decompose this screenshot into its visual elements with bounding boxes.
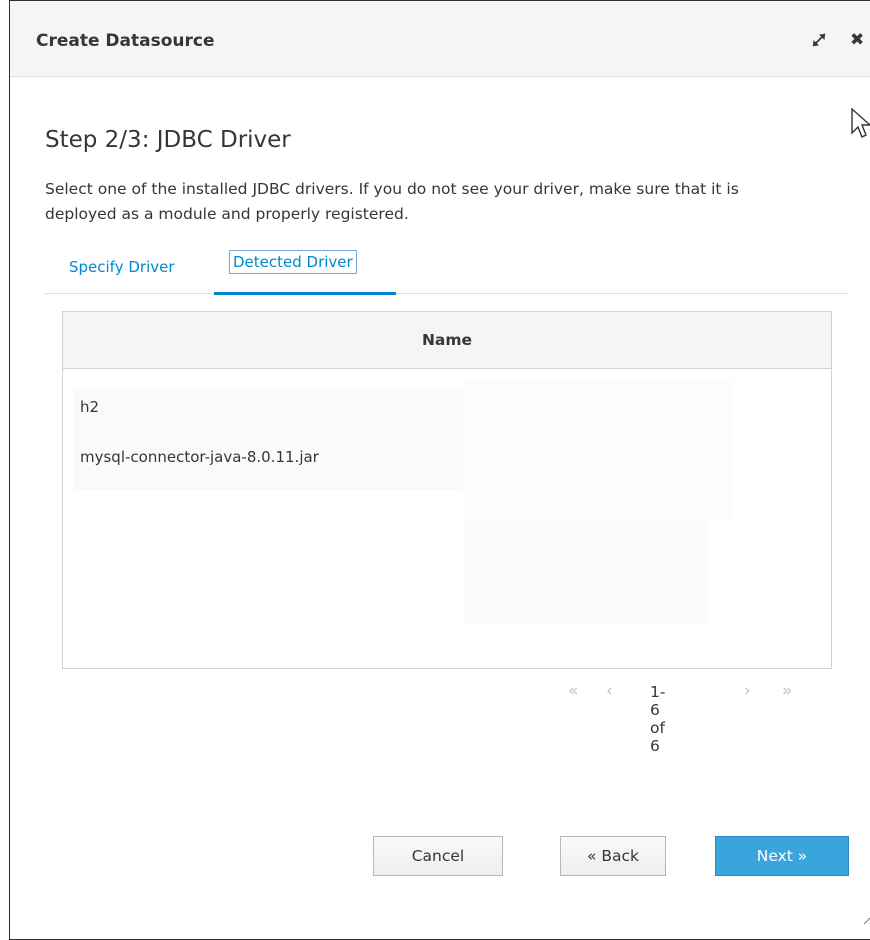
last-page-icon[interactable]: »	[782, 681, 792, 701]
list-item[interactable]: h2	[80, 398, 99, 416]
tab-detected-driver[interactable]: Detected Driver	[229, 250, 357, 274]
resize-grip-icon[interactable]	[860, 906, 870, 926]
next-button[interactable]: Next »	[715, 836, 849, 876]
tab-specify-driver[interactable]: Specify Driver	[69, 258, 175, 276]
back-button[interactable]: « Back	[560, 836, 666, 876]
next-page-icon[interactable]: ›	[744, 681, 751, 701]
dialog-header: Create Datasource ✖	[10, 1, 870, 77]
list-item[interactable]: mysql-connector-java-8.0.11.jar	[80, 448, 319, 466]
dialog-title: Create Datasource	[36, 31, 215, 51]
page-count: 1-6 of 6	[650, 683, 666, 755]
cancel-button[interactable]: Cancel	[373, 836, 503, 876]
mouse-cursor-icon	[851, 107, 870, 138]
close-icon[interactable]: ✖	[850, 30, 864, 50]
create-datasource-dialog: Create Datasource ✖ Step 2/3: JDBC Drive…	[9, 0, 870, 940]
drivers-table: Name h2 mysql-connector-java-8.0.11.jar	[62, 311, 832, 669]
first-page-icon[interactable]: «	[568, 681, 578, 701]
table-background-area	[463, 520, 708, 624]
active-tab-indicator	[214, 292, 396, 295]
column-header-name[interactable]: Name	[63, 312, 831, 369]
prev-page-icon[interactable]: ‹	[606, 681, 613, 701]
step-description: Select one of the installed JDBC drivers…	[45, 180, 739, 223]
step-title: Step 2/3: JDBC Driver	[45, 127, 291, 153]
maximize-icon[interactable]	[810, 31, 828, 49]
driver-tabs: Specify Driver Detected Driver	[44, 250, 849, 295]
table-background-area	[463, 380, 733, 520]
driver-list: h2 mysql-connector-java-8.0.11.jar	[73, 388, 463, 490]
